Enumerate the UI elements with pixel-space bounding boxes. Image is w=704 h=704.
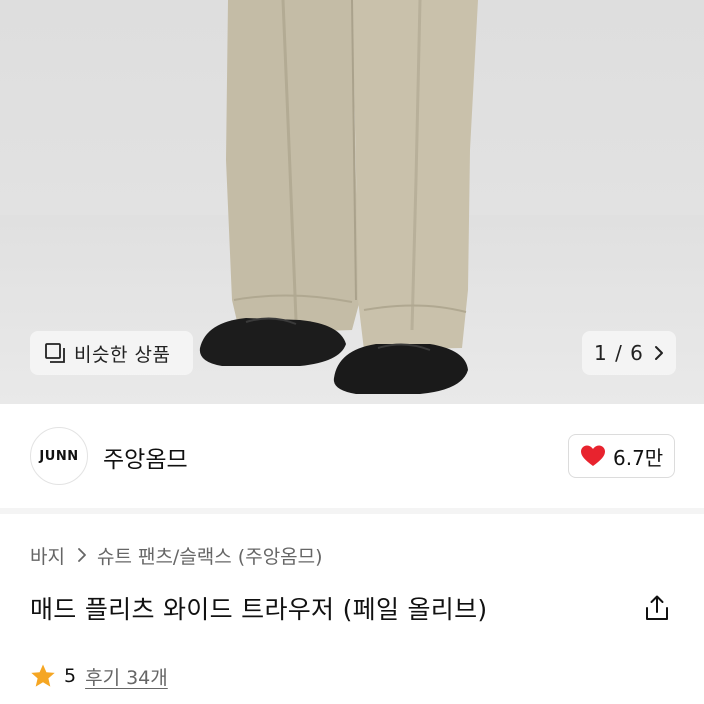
chevron-right-icon: [654, 346, 663, 360]
heart-icon: [581, 445, 605, 466]
image-pager-button[interactable]: 1 / 6: [582, 331, 676, 375]
similar-products-label: 비슷한 상품: [74, 343, 171, 366]
brand-name[interactable]: 주앙옴므: [103, 440, 188, 474]
breadcrumb-subcategory[interactable]: 슈트 팬츠/슬랙스 (주앙옴므): [97, 542, 323, 569]
rating-row: 5 후기 34개: [30, 662, 168, 690]
star-icon: [31, 664, 55, 687]
product-title: 매드 플리츠 와이드 트라우저 (페일 올리브): [30, 595, 488, 624]
rating-score: 5: [64, 665, 77, 687]
brand-logo-text: JUNN: [39, 448, 79, 464]
section-divider: [0, 508, 704, 514]
breadcrumb: 바지 슈트 팬츠/슬랙스 (주앙옴므): [30, 541, 323, 569]
reviews-link[interactable]: 후기 34개: [85, 663, 168, 690]
similar-products-button[interactable]: 비슷한 상품: [30, 331, 193, 375]
image-pager-count: 1 / 6: [594, 341, 644, 365]
breadcrumb-category[interactable]: 바지: [30, 542, 65, 569]
like-button[interactable]: 6.7만: [568, 434, 675, 478]
share-icon[interactable]: [643, 594, 671, 622]
similar-products-icon: [45, 343, 65, 363]
product-image-carousel[interactable]: 비슷한 상품 1 / 6: [0, 0, 704, 404]
chevron-right-icon: [78, 548, 86, 562]
like-count: 6.7만: [613, 445, 664, 470]
brand-logo[interactable]: JUNN: [30, 427, 88, 485]
